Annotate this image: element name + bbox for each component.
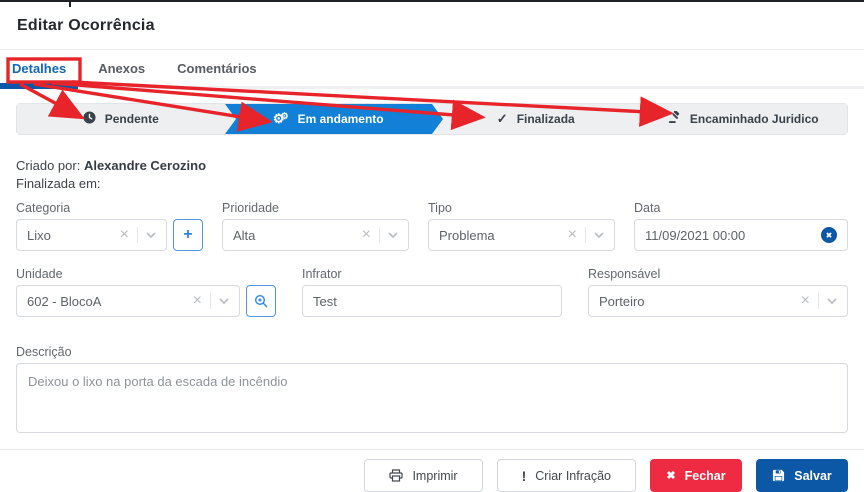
page-title: Editar Ocorrência — [17, 16, 155, 34]
clear-icon[interactable]: × — [801, 293, 810, 309]
edit-occurrence-modal: Editar Ocorrência Detalhes Anexos Coment… — [0, 0, 864, 492]
close-icon: ✖ — [666, 470, 676, 482]
check-icon: ✓ — [496, 111, 508, 126]
gavel-icon — [668, 110, 681, 127]
descricao-label: Descrição — [16, 345, 72, 359]
status-label: Em andamento — [297, 112, 384, 126]
form-row-2: Unidade 602 - BlocoA × Infrator Test Res… — [16, 267, 848, 317]
responsavel-select[interactable]: Porteiro × — [588, 285, 848, 317]
infrator-input-box — [302, 285, 562, 317]
tipo-label: Tipo — [428, 201, 452, 215]
search-plus-icon — [254, 294, 268, 308]
save-button[interactable]: Salvar — [756, 459, 848, 492]
chevron-down-icon[interactable] — [827, 298, 837, 304]
status-stepper: Pendente ⚙⚙ Em andamento ✓ Finalizada En… — [16, 103, 848, 135]
add-category-button[interactable]: + — [173, 219, 203, 251]
responsavel-label: Responsável — [588, 267, 661, 281]
categoria-select[interactable]: Lixo × — [16, 219, 167, 251]
divider — [137, 227, 138, 243]
chevron-down-icon[interactable] — [594, 232, 604, 238]
infrator-input[interactable] — [313, 293, 551, 309]
clear-icon[interactable]: × — [568, 227, 577, 243]
tab-anexos[interactable]: Anexos — [98, 61, 145, 76]
descricao-field: Descrição Deixou o lixo na porta da esca… — [16, 345, 848, 438]
clear-icon[interactable]: × — [362, 227, 371, 243]
infrator-label: Infrator — [302, 267, 342, 281]
screenshot-artifact — [69, 2, 71, 7]
modal-header: Editar Ocorrência — [0, 2, 864, 50]
tipo-field: Tipo Problema × — [428, 201, 615, 251]
prioridade-field: Prioridade Alta × — [222, 201, 409, 251]
clear-icon[interactable]: × — [120, 227, 129, 243]
printer-icon — [389, 469, 404, 482]
status-label: Encaminhado Juridico — [689, 112, 819, 126]
clock-icon — [83, 111, 96, 127]
data-label: Data — [634, 201, 661, 215]
created-by-line: Criado por: Alexandre Cerozino — [16, 158, 207, 173]
tab-bar: Detalhes Anexos Comentários — [0, 50, 864, 89]
status-step-pendente[interactable]: Pendente — [17, 104, 235, 134]
divider — [379, 227, 380, 243]
divider — [585, 227, 586, 243]
form-body: Criado por: Alexandre Cerozino Finalizad… — [0, 157, 864, 438]
infrator-field: Infrator — [302, 267, 562, 317]
chevron-down-icon[interactable] — [219, 298, 229, 304]
status-label: Finalizada — [516, 112, 575, 126]
status-step-encaminhado-juridico[interactable]: Encaminhado Juridico — [639, 104, 847, 134]
data-field: Data ✖ — [634, 201, 848, 251]
create-infraction-button[interactable]: ! Criar Infração — [496, 459, 636, 492]
finished-at-line: Finalizada em: — [16, 176, 101, 191]
status-step-finalizada[interactable]: ✓ Finalizada — [432, 104, 646, 134]
tab-comentarios[interactable]: Comentários — [177, 61, 256, 76]
categoria-label: Categoria — [16, 201, 71, 215]
divider — [210, 293, 211, 309]
responsavel-field: Responsável Porteiro × — [588, 267, 848, 317]
prioridade-label: Prioridade — [222, 201, 279, 215]
clear-icon[interactable]: × — [193, 293, 202, 309]
print-button[interactable]: Imprimir — [364, 459, 483, 492]
unidade-select[interactable]: 602 - BlocoA × — [16, 285, 240, 317]
chevron-down-icon[interactable] — [146, 232, 156, 238]
prioridade-select[interactable]: Alta × — [222, 219, 409, 251]
status-step-em-andamento[interactable]: ⚙⚙ Em andamento — [224, 104, 443, 134]
data-input[interactable] — [645, 227, 821, 243]
data-input-box: ✖ — [634, 219, 848, 251]
descricao-textarea[interactable]: Deixou o lixo na porta da escada de incê… — [16, 363, 848, 433]
modal-footer: Imprimir ! Criar Infração ✖ Fechar Salva… — [0, 449, 864, 492]
status-label: Pendente — [104, 112, 159, 126]
form-row-1: Categoria Lixo × + Prioridade Alta × Tip… — [16, 201, 848, 251]
active-tab-indicator — [0, 83, 78, 89]
chevron-down-icon[interactable] — [388, 232, 398, 238]
clear-date-icon[interactable]: ✖ — [821, 227, 837, 243]
occurrence-meta: Criado por: Alexandre Cerozino Finalizad… — [16, 157, 848, 193]
tab-detalhes[interactable]: Detalhes — [12, 61, 66, 76]
search-unit-button[interactable] — [246, 285, 276, 317]
gears-icon: ⚙⚙ — [272, 111, 289, 126]
tipo-select[interactable]: Problema × — [428, 219, 615, 251]
categoria-field: Categoria Lixo × + — [16, 201, 203, 251]
unidade-label: Unidade — [16, 267, 63, 281]
close-button[interactable]: ✖ Fechar — [650, 459, 742, 492]
save-icon — [773, 469, 785, 482]
exclamation-icon: ! — [521, 467, 527, 484]
created-by-name: Alexandre Cerozino — [83, 158, 207, 173]
divider — [818, 293, 819, 309]
unidade-field: Unidade 602 - BlocoA × — [16, 267, 276, 317]
